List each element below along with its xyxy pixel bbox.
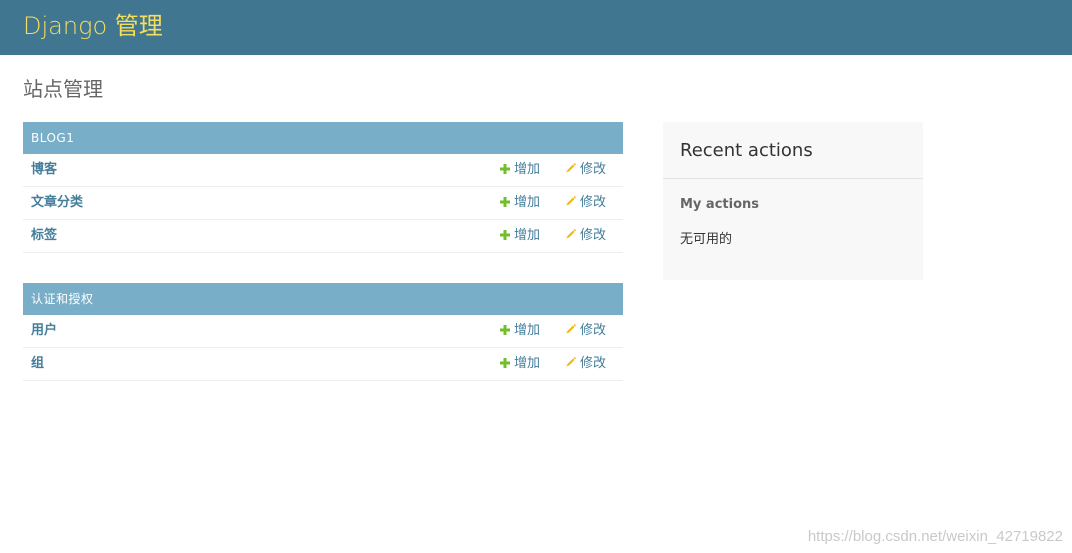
app-caption[interactable]: 认证和授权 xyxy=(23,283,623,315)
model-row: 组 增加 修改 xyxy=(23,348,623,381)
model-row: 文章分类 增加 修改 xyxy=(23,187,623,220)
change-label: 修改 xyxy=(580,195,607,210)
empty-actions-text: 无可用的 xyxy=(680,232,733,247)
change-link[interactable]: 修改 xyxy=(565,154,606,186)
pencil-icon xyxy=(566,357,576,367)
change-label: 修改 xyxy=(580,323,607,338)
add-label: 增加 xyxy=(514,228,541,243)
divider xyxy=(663,178,923,179)
model-link[interactable]: 用户 xyxy=(31,315,57,347)
model-link[interactable]: 博客 xyxy=(31,154,57,186)
plus-icon xyxy=(500,230,510,240)
change-label: 修改 xyxy=(580,356,607,371)
watermark: https://blog.csdn.net/weixin_42719822 xyxy=(807,528,1063,545)
pencil-icon xyxy=(566,196,576,206)
change-label: 修改 xyxy=(580,228,607,243)
app-module-auth: 认证和授权 用户 增加 修改 组 增加 修改 xyxy=(23,283,623,381)
plus-icon xyxy=(500,197,510,207)
plus-icon xyxy=(500,164,510,174)
change-link[interactable]: 修改 xyxy=(565,187,606,219)
change-link[interactable]: 修改 xyxy=(565,220,606,252)
pencil-icon xyxy=(566,229,576,239)
add-link[interactable]: 增加 xyxy=(500,220,540,252)
plus-icon xyxy=(500,325,510,335)
model-link[interactable]: 文章分类 xyxy=(31,187,83,219)
model-row: 博客 增加 修改 xyxy=(23,154,623,187)
page-title: 站点管理 xyxy=(23,77,103,101)
add-link[interactable]: 增加 xyxy=(500,315,540,347)
add-label: 增加 xyxy=(514,323,541,338)
header-bar: Django 管理 xyxy=(0,0,1072,55)
add-label: 增加 xyxy=(514,195,541,210)
recent-actions-title: Recent actions xyxy=(680,140,813,161)
add-link[interactable]: 增加 xyxy=(500,187,540,219)
model-link[interactable]: 组 xyxy=(31,348,44,380)
model-row: 标签 增加 修改 xyxy=(23,220,623,253)
change-link[interactable]: 修改 xyxy=(565,315,606,347)
recent-actions-panel: Recent actions My actions 无可用的 xyxy=(663,122,923,280)
change-link[interactable]: 修改 xyxy=(565,348,606,380)
pencil-icon xyxy=(566,324,576,334)
model-link[interactable]: 标签 xyxy=(31,220,57,252)
app-module-blog1: BLOG1 博客 增加 修改 文章分类 增加 修改 标签 增加 修改 xyxy=(23,122,623,253)
plus-icon xyxy=(500,358,510,368)
site-branding[interactable]: Django 管理 xyxy=(23,9,163,43)
my-actions-heading: My actions xyxy=(680,197,760,212)
add-link[interactable]: 增加 xyxy=(500,154,540,186)
app-caption[interactable]: BLOG1 xyxy=(23,122,623,154)
add-link[interactable]: 增加 xyxy=(500,348,540,380)
add-label: 增加 xyxy=(514,162,541,177)
change-label: 修改 xyxy=(580,162,607,177)
pencil-icon xyxy=(566,163,576,173)
model-row: 用户 增加 修改 xyxy=(23,315,623,348)
add-label: 增加 xyxy=(514,356,541,371)
